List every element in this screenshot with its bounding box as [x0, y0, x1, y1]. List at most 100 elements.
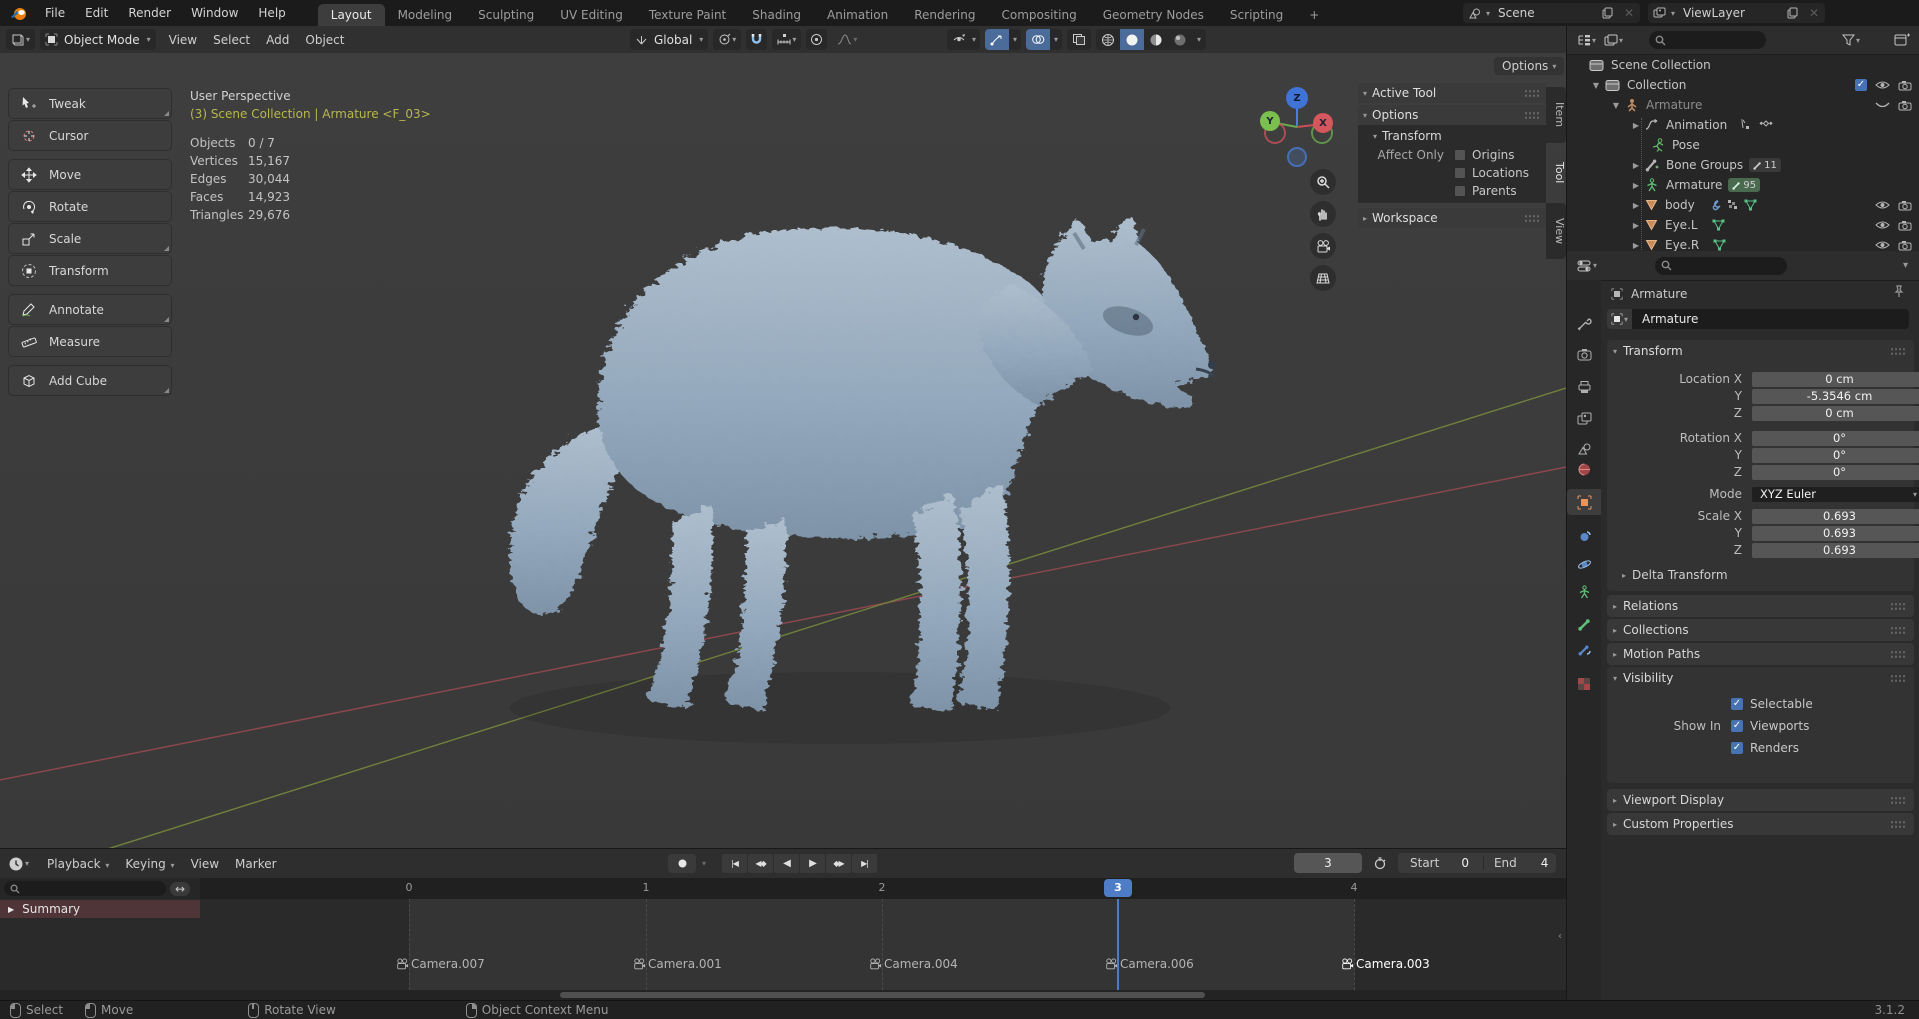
tool-move[interactable]: Move — [8, 159, 172, 190]
camera-view-button[interactable] — [1310, 233, 1336, 259]
eye-closed-icon[interactable] — [1875, 101, 1890, 110]
tool-cursor[interactable]: Cursor — [8, 120, 172, 151]
rotation-x-field[interactable]: 0° — [1752, 430, 1919, 446]
pin-icon[interactable] — [1893, 285, 1905, 298]
orthographic-toggle-button[interactable] — [1310, 265, 1336, 291]
delta-transform-subpanel[interactable]: ▸ Delta Transform — [1621, 568, 1728, 582]
grip-icon[interactable] — [1890, 649, 1906, 659]
outliner-row-bone-groups[interactable]: ▶ Bone Groups 11 — [1567, 155, 1919, 175]
timeline-ruler[interactable]: 0 1 2 4 3 — [200, 878, 1566, 899]
next-keyframe-button[interactable]: ◆▶ — [826, 854, 852, 873]
options-button[interactable]: Options ▾ — [1494, 57, 1565, 75]
workspace-tab-layout[interactable]: Layout — [317, 4, 385, 26]
menu-view[interactable]: View — [161, 33, 205, 47]
add-workspace-button[interactable]: + — [1296, 4, 1332, 26]
marker-camera-001[interactable]: Camera.001 — [633, 957, 722, 971]
outliner-filter-dropdown[interactable]: ▾ — [1604, 34, 1623, 47]
viewlayer-selector[interactable]: ▾ ViewLayer ✕ — [1648, 3, 1826, 23]
blender-logo-icon[interactable] — [10, 6, 27, 21]
tab-tool[interactable] — [1567, 310, 1601, 336]
checkbox-origins[interactable] — [1454, 149, 1466, 161]
timeline-editor-selector[interactable]: ▾ — [8, 856, 29, 872]
scene-name[interactable]: Scene — [1490, 6, 1596, 20]
row-label[interactable]: Collection — [1627, 78, 1686, 92]
timeline-scrollbar-track[interactable] — [0, 990, 1566, 1000]
row-label[interactable]: Scene Collection — [1611, 58, 1711, 72]
remove-viewlayer-icon[interactable]: ✕ — [1803, 3, 1825, 23]
row-label[interactable]: Bone Groups — [1666, 158, 1743, 172]
grip-icon[interactable] — [1890, 795, 1906, 805]
rotation-y-field[interactable]: 0° — [1752, 447, 1919, 463]
marker-label[interactable]: Camera.004 — [884, 957, 958, 971]
snap-pivot-dropdown[interactable]: ▾ — [713, 29, 742, 50]
checkbox-label[interactable]: Origins — [1472, 148, 1515, 162]
new-collection-button[interactable] — [1894, 33, 1910, 47]
row-label[interactable]: Armature — [1666, 178, 1722, 192]
menu-render[interactable]: Render — [118, 0, 181, 26]
expand-icon[interactable]: ▶ — [8, 905, 14, 914]
xray-toggle[interactable] — [1066, 29, 1091, 50]
snap-toggle[interactable] — [746, 29, 768, 50]
transform-panel-header[interactable]: ▾ Transform — [1607, 340, 1914, 362]
grip-icon[interactable] — [1890, 601, 1906, 611]
filter-funnel-dropdown[interactable]: ▾ — [1841, 34, 1860, 46]
play-reverse-button[interactable]: ◀ — [774, 854, 800, 873]
checkbox-label[interactable]: Renders — [1750, 741, 1799, 755]
checkbox-label[interactable]: Parents — [1472, 184, 1517, 198]
workspace-tab-geometry-nodes[interactable]: Geometry Nodes — [1090, 4, 1217, 26]
outliner-row-armature-data[interactable]: ▶ Armature 95 — [1567, 175, 1919, 195]
viewlayer-name[interactable]: ViewLayer — [1675, 6, 1781, 20]
workspace-tab-sculpting[interactable]: Sculpting — [465, 4, 547, 26]
channel-search-input[interactable] — [4, 881, 166, 896]
checkbox-label[interactable]: Viewports — [1750, 719, 1809, 733]
location-y-field[interactable]: -5.3546 cm — [1752, 388, 1919, 404]
checkbox-parents[interactable] — [1454, 185, 1466, 197]
gizmo-x-axis[interactable]: X — [1313, 113, 1333, 133]
shading-wireframe-button[interactable] — [1096, 29, 1120, 50]
visibility-panel-header[interactable]: ▾ Visibility — [1607, 667, 1914, 689]
expand-icon[interactable]: ▶ — [1631, 221, 1641, 230]
start-frame-field[interactable]: 0 — [1461, 856, 1469, 870]
region-collapse-arrow[interactable]: ‹ — [1558, 931, 1562, 942]
panel-active-tool[interactable]: ▾ Active Tool — [1358, 83, 1546, 103]
panel-options[interactable]: ▾ Options — [1358, 105, 1546, 125]
row-label[interactable]: Animation — [1666, 118, 1727, 132]
disable-render-icon[interactable] — [1898, 80, 1912, 91]
editor-type-selector[interactable]: ▾ — [6, 29, 36, 50]
marker-label[interactable]: Camera.007 — [411, 957, 485, 971]
menu-view-tl[interactable]: View — [183, 857, 227, 871]
sidebar-tab-view[interactable]: View — [1546, 203, 1566, 259]
mode-selector[interactable]: Object Mode ▾ — [40, 29, 156, 50]
checkbox-label[interactable]: Selectable — [1750, 697, 1813, 711]
menu-add[interactable]: Add — [258, 33, 297, 47]
sidebar-tab-item[interactable]: Item — [1546, 87, 1566, 143]
marker-label[interactable]: Camera.001 — [648, 957, 722, 971]
properties-options-dropdown[interactable]: ▾ — [1903, 260, 1908, 271]
expand-icon[interactable]: ▼ — [1611, 101, 1621, 110]
shading-material-button[interactable] — [1144, 29, 1168, 50]
properties-editor-selector[interactable]: ▾ — [1577, 259, 1597, 273]
object-name-field[interactable]: Armature — [1632, 309, 1910, 329]
rotation-z-field[interactable]: 0° — [1752, 464, 1919, 480]
workspace-tab-texture-paint[interactable]: Texture Paint — [636, 4, 739, 26]
tab-bone-constraint[interactable] — [1567, 636, 1601, 662]
proportional-falloff-dropdown[interactable]: ▾ — [832, 29, 862, 50]
expand-icon[interactable]: ▶ — [1631, 201, 1641, 210]
display-mode-dropdown[interactable]: ▾ — [1577, 34, 1596, 47]
subpanel-transform[interactable]: ▾ Transform — [1358, 125, 1546, 145]
outliner-row-collection[interactable]: ▼ Collection ✓ — [1567, 75, 1919, 95]
viewports-checkbox[interactable]: ✓ — [1731, 720, 1743, 732]
expand-icon[interactable]: ▶ — [1631, 161, 1641, 170]
location-z-field[interactable]: 0 cm — [1752, 405, 1919, 421]
sidebar-tab-tool[interactable]: Tool — [1546, 145, 1566, 201]
grip-icon[interactable] — [1890, 625, 1906, 635]
unlink-scene-icon[interactable]: ✕ — [1618, 3, 1640, 23]
outliner-row-animation[interactable]: ▶ Animation — [1567, 115, 1919, 135]
gizmo-z-axis[interactable]: Z — [1286, 87, 1308, 109]
tab-bone[interactable] — [1567, 611, 1601, 637]
hide-eye-icon[interactable] — [1875, 80, 1890, 90]
proportional-editing-toggle[interactable] — [806, 29, 828, 50]
menu-help[interactable]: Help — [248, 0, 295, 26]
section-collections[interactable]: ▸ Collections — [1607, 619, 1914, 641]
timeline-channels[interactable]: Camera.007 Camera.001 Camera.004 Camera.… — [0, 899, 1566, 990]
